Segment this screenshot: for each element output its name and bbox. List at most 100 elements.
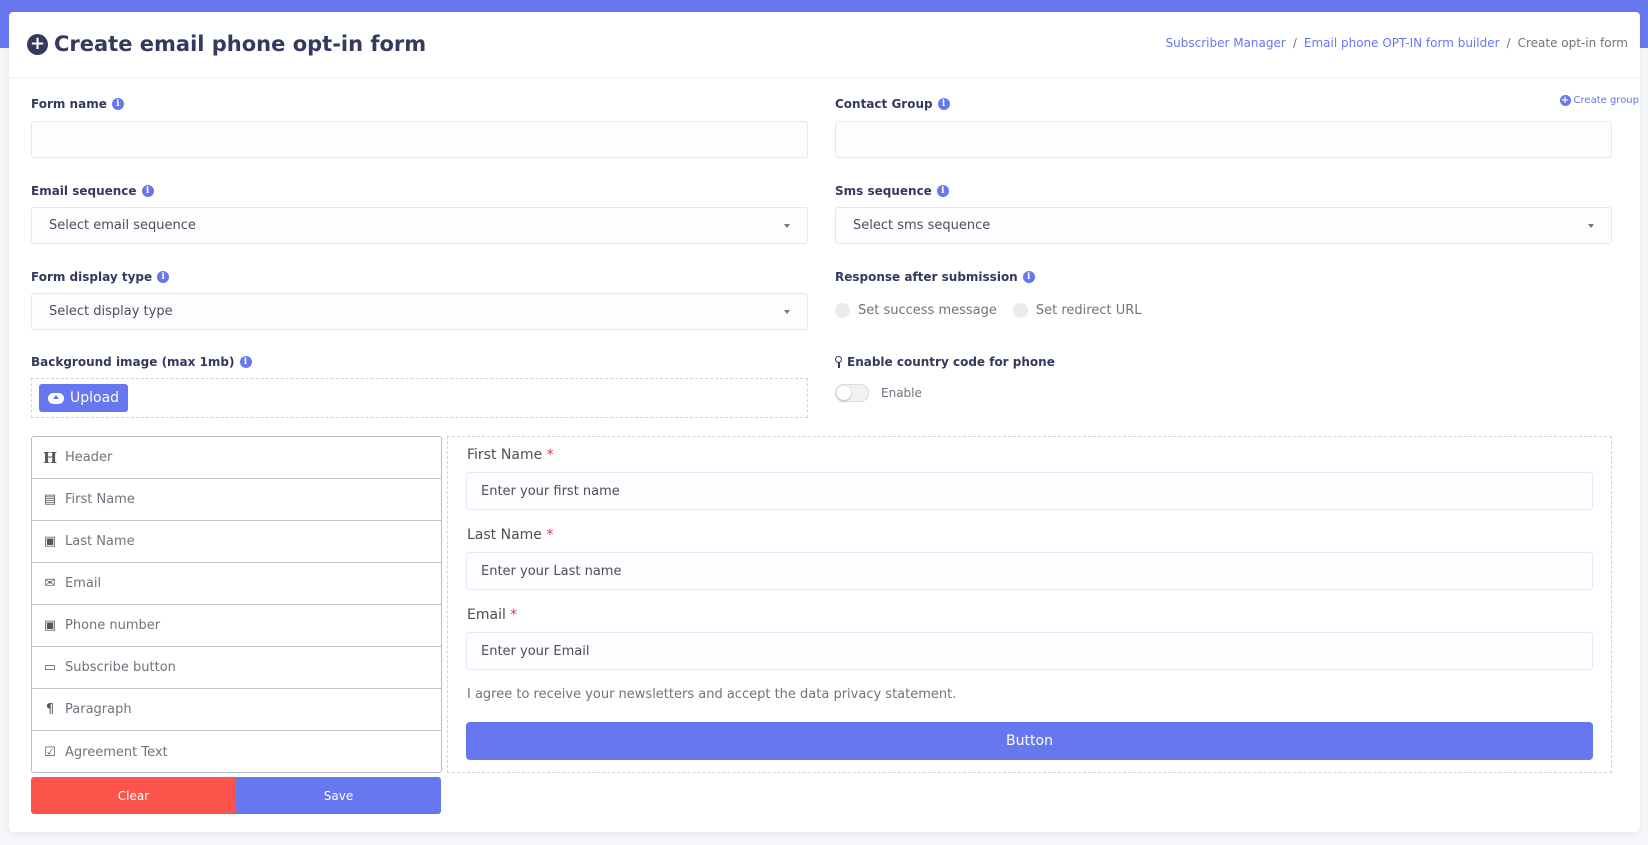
clear-button[interactable]: Clear <box>31 777 236 814</box>
radio-success-message[interactable]: Set success message <box>835 303 997 318</box>
preview-first-name-label: First Name * <box>467 447 554 463</box>
preview-last-name-input[interactable]: Enter your Last name <box>466 552 1593 590</box>
display-type-label-text: Form display type <box>31 270 153 284</box>
breadcrumb-subscriber-manager[interactable]: Subscriber Manager <box>1166 36 1286 50</box>
breadcrumb-separator: / <box>1292 36 1297 50</box>
palette-item-label: Last Name <box>65 534 135 549</box>
clipboard-icon: ▣ <box>43 534 57 549</box>
palette-item-label: Header <box>65 450 113 465</box>
preview-first-name-input[interactable]: Enter your first name <box>466 472 1593 510</box>
palette-item-label: Subscribe button <box>65 660 176 675</box>
palette-item-label: Email <box>65 576 102 591</box>
breadcrumb-separator: / <box>1506 36 1511 50</box>
info-icon[interactable]: i <box>239 356 252 368</box>
form-preview: First Name * Enter your first name Last … <box>447 436 1612 773</box>
preview-agreement-text: I agree to receive your newsletters and … <box>467 687 957 702</box>
plus-circle-icon: + <box>1559 94 1571 106</box>
required-mark: * <box>510 607 518 623</box>
create-group-link-text: Create group <box>1573 95 1639 106</box>
palette-item-label: Agreement Text <box>65 744 168 760</box>
pin-icon <box>835 356 842 368</box>
palette-item-email[interactable]: ✉ Email <box>32 563 441 605</box>
form-name-label-text: Form name <box>31 97 107 111</box>
palette-item-phone-number[interactable]: ▣ Phone number <box>32 605 441 647</box>
preview-email-label-text: Email <box>467 607 506 623</box>
preview-first-name-label-text: First Name <box>467 447 543 463</box>
save-button[interactable]: Save <box>236 777 441 814</box>
info-icon[interactable]: i <box>936 185 949 197</box>
display-type-select[interactable]: Select display type <box>31 293 808 330</box>
checkbox-icon: ☑ <box>44 744 56 760</box>
email-sequence-selected: Select email sequence <box>49 218 196 233</box>
info-icon[interactable]: i <box>111 98 124 110</box>
palette-item-agreement-text[interactable]: ☑ Agreement Text <box>32 731 441 773</box>
contact-group-input[interactable] <box>835 121 1612 158</box>
page-title: + Create email phone opt-in form <box>27 32 426 56</box>
radio-success-message-label: Set success message <box>858 303 997 318</box>
palette-item-paragraph[interactable]: ¶ Paragraph <box>32 689 441 731</box>
paragraph-icon: ¶ <box>45 702 55 717</box>
radio-redirect-url-label: Set redirect URL <box>1035 303 1142 318</box>
cloud-upload-icon <box>48 392 64 404</box>
country-code-label: Enable country code for phone <box>835 355 1055 369</box>
display-type-selected: Select display type <box>49 304 173 319</box>
required-mark: * <box>546 527 554 543</box>
id-card-icon: ▤ <box>43 492 57 507</box>
info-icon[interactable]: i <box>141 185 154 197</box>
palette-item-first-name[interactable]: ▤ First Name <box>32 479 441 521</box>
background-image-label: Background image (max 1mb) i <box>31 355 252 369</box>
card-header: + Create email phone opt-in form Subscri… <box>9 12 1640 78</box>
radio-redirect-url[interactable]: Set redirect URL <box>1012 303 1142 318</box>
palette-item-label: Paragraph <box>65 702 132 717</box>
contact-group-label-text: Contact Group <box>835 97 933 111</box>
country-code-toggle-wrap: Enable <box>835 384 922 402</box>
country-code-label-text: Enable country code for phone <box>847 355 1055 369</box>
display-type-label: Form display type i <box>31 270 170 284</box>
preview-email-label: Email * <box>467 607 517 623</box>
form-name-input[interactable] <box>31 121 808 158</box>
create-group-link[interactable]: + Create group <box>1559 94 1639 106</box>
email-sequence-select[interactable]: Select email sequence <box>31 207 808 244</box>
email-sequence-label-text: Email sequence <box>31 184 137 198</box>
response-label-text: Response after submission <box>835 270 1018 284</box>
radio-circle[interactable] <box>835 303 850 318</box>
country-code-toggle[interactable] <box>835 384 869 402</box>
palette-item-label: Phone number <box>65 618 161 633</box>
plus-circle-icon: + <box>27 33 48 55</box>
breadcrumb: Subscriber Manager / Email phone OPT-IN … <box>1166 36 1629 50</box>
sms-sequence-selected: Select sms sequence <box>853 218 991 233</box>
sms-sequence-label-text: Sms sequence <box>835 184 932 198</box>
background-image-label-text: Background image (max 1mb) <box>31 355 235 369</box>
upload-button[interactable]: Upload <box>39 384 129 412</box>
breadcrumb-form-builder[interactable]: Email phone OPT-IN form builder <box>1304 36 1500 50</box>
sms-sequence-select[interactable]: Select sms sequence <box>835 207 1612 244</box>
caret-down-icon <box>784 223 790 228</box>
preview-subscribe-button[interactable]: Button <box>466 722 1593 760</box>
palette-item-last-name[interactable]: ▣ Last Name <box>32 521 441 563</box>
comment-icon: ▭ <box>43 660 57 675</box>
breadcrumb-current: Create opt-in form <box>1517 36 1628 50</box>
required-mark: * <box>546 447 554 463</box>
caret-down-icon <box>1588 223 1594 228</box>
country-code-toggle-label: Enable <box>881 386 922 400</box>
contact-group-label: Contact Group i <box>835 97 950 111</box>
response-label: Response after submission i <box>835 270 1035 284</box>
info-icon[interactable]: i <box>157 271 170 283</box>
sms-sequence-label: Sms sequence i <box>835 184 949 198</box>
envelope-icon: ✉ <box>44 576 56 591</box>
palette-item-header[interactable]: H Header <box>32 437 441 479</box>
preview-email-input[interactable]: Enter your Email <box>466 632 1593 670</box>
form-name-label: Form name i <box>31 97 124 111</box>
field-palette: H Header ▤ First Name ▣ Last Name ✉ Emai… <box>31 436 442 773</box>
radio-circle[interactable] <box>1012 303 1028 318</box>
email-sequence-label: Email sequence i <box>31 184 154 198</box>
palette-item-label: First Name <box>65 492 135 507</box>
caret-down-icon <box>784 309 790 314</box>
info-icon[interactable]: i <box>937 98 950 110</box>
heading-icon: H <box>43 448 58 467</box>
background-image-dropzone[interactable]: Upload <box>31 378 808 418</box>
preview-last-name-label: Last Name * <box>467 527 553 543</box>
info-icon[interactable]: i <box>1022 271 1035 283</box>
palette-item-subscribe-button[interactable]: ▭ Subscribe button <box>32 647 441 689</box>
clipboard-icon: ▣ <box>43 618 57 633</box>
